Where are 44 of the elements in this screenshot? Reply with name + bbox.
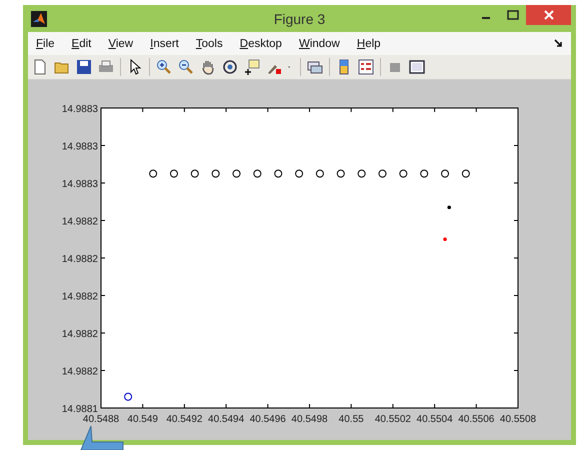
close-icon — [544, 10, 554, 20]
maximize-icon — [506, 10, 518, 20]
legend-icon[interactable] — [358, 59, 374, 75]
menu-item[interactable]: Window — [298, 38, 340, 50]
close-button[interactable] — [526, 5, 571, 25]
x-tick-label: 40.5488 — [82, 414, 120, 425]
menu-item[interactable]: File — [36, 38, 55, 50]
app-logo-icon — [31, 10, 47, 26]
y-tick-label: 14.9882 — [62, 254, 98, 265]
y-tick-label: 14.9882 — [62, 366, 98, 378]
minimize-icon — [482, 17, 490, 19]
x-tick-label: 40.5502 — [374, 414, 411, 425]
menu-item[interactable]: Edit — [72, 38, 92, 50]
x-tick-label: 40.549 — [127, 414, 158, 425]
x-tick-label: 40.5496 — [250, 414, 286, 425]
zoom-in-icon[interactable] — [156, 59, 172, 75]
print-icon[interactable] — [98, 59, 114, 75]
x-tick-label: 40.5504 — [416, 414, 453, 425]
x-tick-label: 40.5494 — [208, 414, 244, 425]
dock-arrow-icon[interactable] — [554, 39, 563, 48]
y-tick-label: 14.9883 — [62, 179, 98, 190]
save-icon[interactable] — [76, 59, 92, 75]
hand-icon[interactable] — [200, 59, 216, 75]
menu-item[interactable]: Tools — [196, 38, 223, 50]
new-file-icon[interactable] — [32, 59, 48, 75]
menu-item[interactable]: Desktop — [240, 38, 282, 50]
menu-item[interactable]: Insert — [150, 38, 179, 50]
data-cursor-icon[interactable] — [244, 59, 260, 75]
y-tick-label: 14.9882 — [62, 329, 98, 340]
y-tick-label: 14.9883 — [62, 142, 98, 152]
x-tick-label: 40.5498 — [291, 414, 328, 425]
x-tick-label: 40.5492 — [166, 414, 202, 425]
y-tick-label: 14.9882 — [62, 216, 98, 228]
x-tick-label: 40.5506 — [458, 414, 494, 425]
menu-item[interactable]: Help — [356, 38, 381, 50]
y-tick-label: 14.9881 — [62, 404, 98, 415]
x-tick-label: 40.55 — [338, 414, 364, 425]
x-tick-label: 40.5508 — [500, 414, 536, 425]
window-title: Figure 3 — [272, 10, 326, 26]
show-plot-icon[interactable] — [409, 59, 425, 75]
y-tick-label: 14.9883 — [62, 104, 98, 115]
menu-item[interactable]: View — [108, 38, 134, 50]
y-tick-label: 14.9882 — [62, 292, 98, 302]
zoom-out-icon[interactable] — [178, 59, 194, 75]
